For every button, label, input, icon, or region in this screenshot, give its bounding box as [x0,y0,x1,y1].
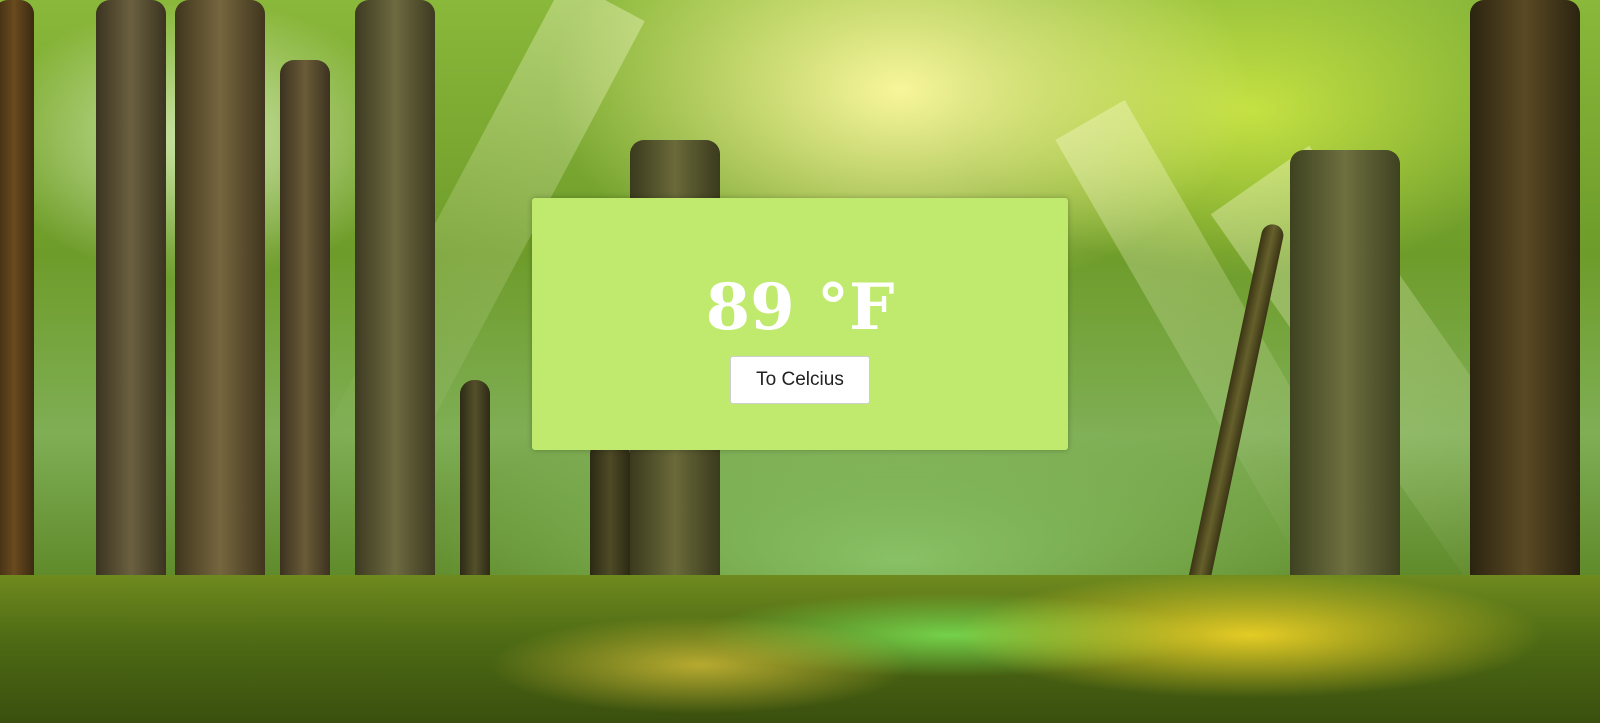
convert-to-celsius-button[interactable]: To Celcius [730,356,870,404]
forest-ground [0,575,1600,723]
tree-trunk [355,0,435,620]
tree-trunk [1470,0,1580,660]
temperature-card: 89 °F To Celcius [532,198,1068,450]
tree-trunk [175,0,265,600]
tree-trunk [1290,150,1400,620]
tree-trunk [96,0,166,590]
temperature-display: 89 °F [705,270,895,345]
tree-trunk [0,0,34,580]
tree-trunk [280,60,330,600]
